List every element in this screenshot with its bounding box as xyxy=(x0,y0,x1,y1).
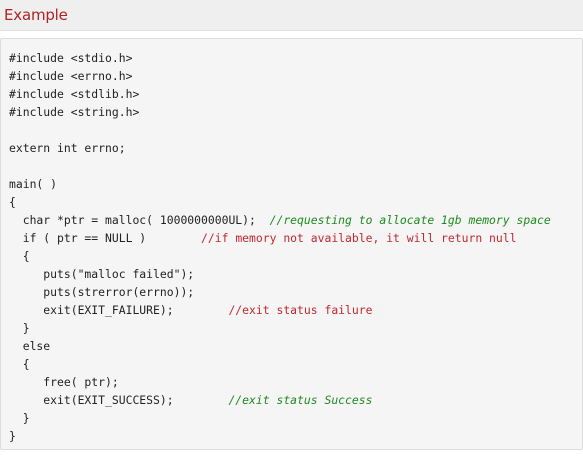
code-line: main( ) xyxy=(9,175,582,193)
code-line: exit(EXIT_SUCCESS); //exit status Succes… xyxy=(9,391,582,409)
code-block[interactable]: #include <stdio.h> #include <errno.h> #inc… xyxy=(0,38,583,450)
code-line: #include <string.h> xyxy=(9,103,582,121)
code-text: if ( ptr == NULL ) xyxy=(9,231,202,245)
code-line: { xyxy=(9,355,582,373)
code-line: } xyxy=(9,319,582,337)
code-text: #include <stdlib.h> xyxy=(9,87,140,101)
code-text: { xyxy=(9,195,16,209)
code-text: #include <errno.h> xyxy=(9,69,133,83)
example-header: Example xyxy=(0,0,583,31)
code-text: char *ptr = malloc( 1000000000UL); xyxy=(9,213,270,227)
code-text: } xyxy=(9,429,16,443)
code-listing[interactable]: #include <stdio.h> #include <errno.h> #inc… xyxy=(1,39,582,445)
code-line: char *ptr = malloc( 1000000000UL); //req… xyxy=(9,211,582,229)
code-comment: //requesting to allocate 1gb memory spac… xyxy=(269,213,551,227)
code-text: } xyxy=(9,411,30,425)
code-text: #include <stdio.h> xyxy=(9,51,133,65)
code-line: { xyxy=(9,247,582,265)
code-line: #include <stdio.h> xyxy=(9,49,582,67)
code-text: else xyxy=(9,339,51,353)
code-line: { xyxy=(9,193,582,211)
code-text: exit(EXIT_FAILURE); xyxy=(9,303,229,317)
code-text: { xyxy=(9,357,30,371)
code-line: if ( ptr == NULL ) //if memory not avail… xyxy=(9,229,582,247)
code-line: free( ptr); xyxy=(9,373,582,391)
code-line: } xyxy=(9,427,582,445)
code-line: } xyxy=(9,409,582,427)
code-comment: //if memory not available, it will retur… xyxy=(201,231,517,245)
code-text: exit(EXIT_SUCCESS); xyxy=(9,393,229,407)
code-text: main( ) xyxy=(9,177,58,191)
code-text: puts("malloc failed"); xyxy=(9,267,195,281)
code-line: extern int errno; xyxy=(9,139,582,157)
code-text: { xyxy=(9,249,30,263)
code-text: #include <string.h> xyxy=(9,105,140,119)
section-title: Example xyxy=(4,6,68,24)
code-text: puts(strerror(errno)); xyxy=(9,285,195,299)
code-line: exit(EXIT_FAILURE); //exit status failur… xyxy=(9,301,582,319)
code-text: free( ptr); xyxy=(9,375,119,389)
code-line: #include <errno.h> xyxy=(9,67,582,85)
code-comment: //exit status Success xyxy=(228,393,373,407)
code-text: extern int errno; xyxy=(9,141,126,155)
code-text: } xyxy=(9,321,30,335)
code-line: #include <stdlib.h> xyxy=(9,85,582,103)
code-comment: //exit status failure xyxy=(228,303,373,317)
code-line: puts("malloc failed"); xyxy=(9,265,582,283)
code-line: else xyxy=(9,337,582,355)
code-line: puts(strerror(errno)); xyxy=(9,283,582,301)
